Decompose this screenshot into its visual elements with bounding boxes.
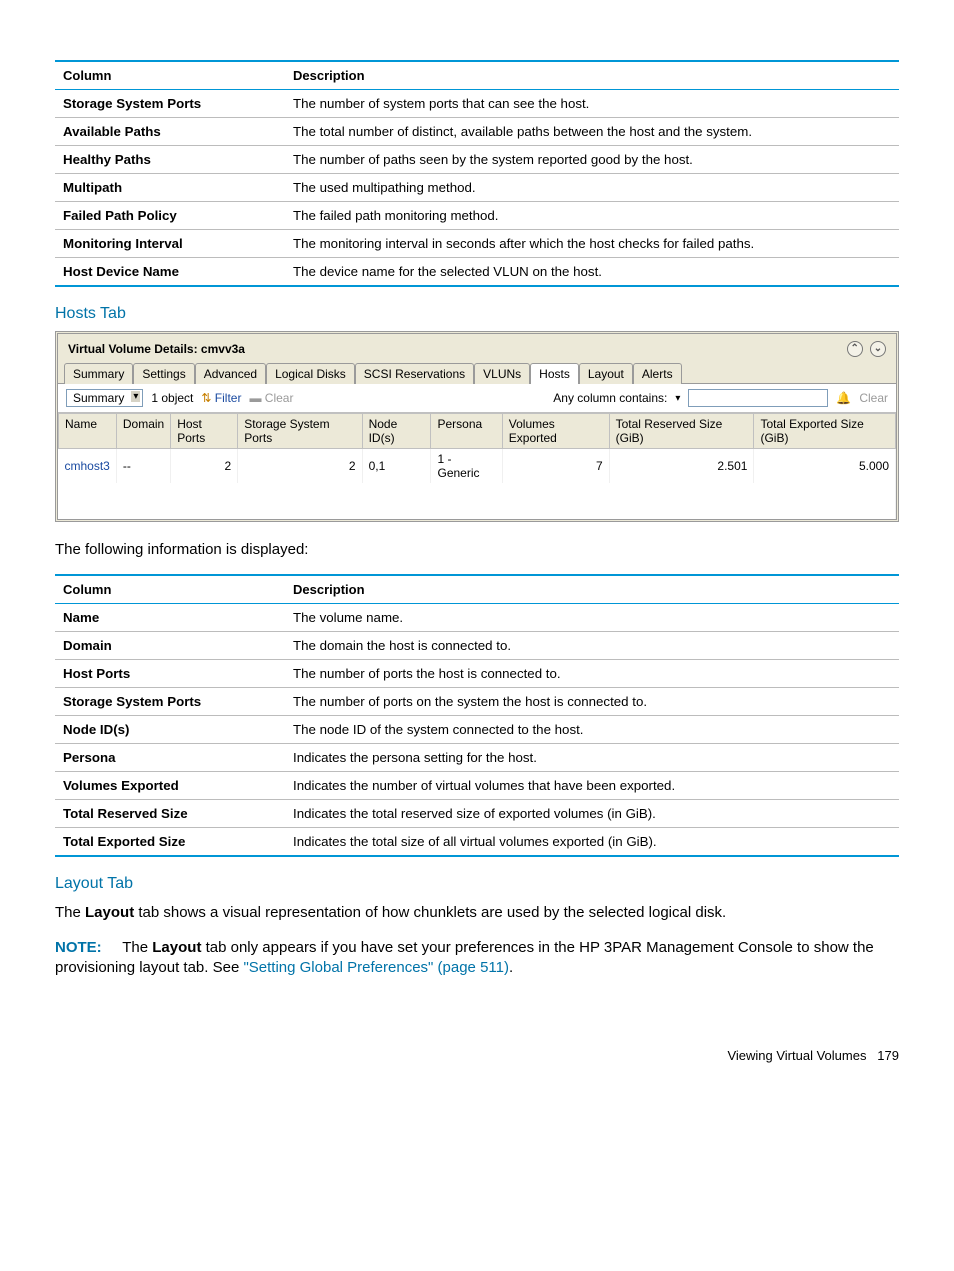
column-desc: The domain the host is connected to. bbox=[285, 632, 899, 660]
column-desc: The used multipathing method. bbox=[285, 174, 899, 202]
tab-advanced[interactable]: Advanced bbox=[195, 363, 266, 384]
grid-empty-area bbox=[59, 483, 896, 519]
column-desc: The node ID of the system connected to t… bbox=[285, 716, 899, 744]
grid-cell: 5.000 bbox=[754, 449, 896, 484]
grid-header[interactable]: Domain bbox=[116, 414, 170, 449]
screenshot-panel: Virtual Volume Details: cmvv3a ⌃ ⌄ Summa… bbox=[55, 331, 899, 522]
collapse-up-icon[interactable]: ⌃ bbox=[847, 341, 863, 357]
column-name: Volumes Exported bbox=[55, 772, 285, 800]
tab-layout[interactable]: Layout bbox=[579, 363, 633, 384]
grid-cell: 2 bbox=[238, 449, 362, 484]
column-name: Name bbox=[55, 604, 285, 632]
grid-header[interactable]: Persona bbox=[431, 414, 502, 449]
footer-section: Viewing Virtual Volumes bbox=[727, 1048, 866, 1063]
column-name: Monitoring Interval bbox=[55, 230, 285, 258]
column-name: Total Exported Size bbox=[55, 828, 285, 857]
th-description: Description bbox=[285, 575, 899, 604]
column-desc: The device name for the selected VLUN on… bbox=[285, 258, 899, 287]
column-desc: Indicates the total reserved size of exp… bbox=[285, 800, 899, 828]
info-line: The following information is displayed: bbox=[55, 540, 899, 560]
hosts-grid: NameDomainHost PortsStorage System Ports… bbox=[58, 413, 896, 519]
column-desc: The failed path monitoring method. bbox=[285, 202, 899, 230]
grid-cell: 2.501 bbox=[609, 449, 754, 484]
grid-cell: -- bbox=[116, 449, 170, 484]
clear-filter-link[interactable]: ▬ Clear bbox=[249, 391, 293, 405]
collapse-down-icon[interactable]: ⌄ bbox=[870, 341, 886, 357]
column-name: Available Paths bbox=[55, 118, 285, 146]
contains-label: Any column contains: bbox=[553, 391, 667, 405]
column-name: Failed Path Policy bbox=[55, 202, 285, 230]
column-desc: The number of paths seen by the system r… bbox=[285, 146, 899, 174]
grid-header[interactable]: Name bbox=[59, 414, 117, 449]
column-name: Total Reserved Size bbox=[55, 800, 285, 828]
tab-alerts[interactable]: Alerts bbox=[633, 363, 682, 384]
column-desc: The volume name. bbox=[285, 604, 899, 632]
tab-scsi-reservations[interactable]: SCSI Reservations bbox=[355, 363, 474, 384]
tab-settings[interactable]: Settings bbox=[133, 363, 194, 384]
column-name: Node ID(s) bbox=[55, 716, 285, 744]
tab-vluns[interactable]: VLUNs bbox=[474, 363, 530, 384]
grid-header[interactable]: Host Ports bbox=[171, 414, 238, 449]
column-name: Persona bbox=[55, 744, 285, 772]
column-desc: Indicates the persona setting for the ho… bbox=[285, 744, 899, 772]
table-row[interactable]: cmhost3--220,11 - Generic72.5015.000 bbox=[59, 449, 896, 484]
layout-paragraph: The Layout tab shows a visual representa… bbox=[55, 903, 899, 923]
column-desc: The monitoring interval in seconds after… bbox=[285, 230, 899, 258]
column-name: Healthy Paths bbox=[55, 146, 285, 174]
bell-icon[interactable]: 🔔 bbox=[836, 391, 851, 405]
note-label: NOTE: bbox=[55, 939, 102, 956]
grid-header[interactable]: Volumes Exported bbox=[502, 414, 609, 449]
tab-hosts[interactable]: Hosts bbox=[530, 363, 579, 384]
column-name: Host Ports bbox=[55, 660, 285, 688]
column-desc: The number of system ports that can see … bbox=[285, 90, 899, 118]
grid-cell: 7 bbox=[502, 449, 609, 484]
column-name: Domain bbox=[55, 632, 285, 660]
grid-cell: cmhost3 bbox=[59, 449, 117, 484]
th-column: Column bbox=[55, 61, 285, 90]
grid-header[interactable]: Total Reserved Size (GiB) bbox=[609, 414, 754, 449]
column-desc: The number of ports the host is connecte… bbox=[285, 660, 899, 688]
column-name: Storage System Ports bbox=[55, 90, 285, 118]
footer-page-number: 179 bbox=[877, 1048, 899, 1063]
th-column: Column bbox=[55, 575, 285, 604]
page-footer: Viewing Virtual Volumes 179 bbox=[55, 1048, 899, 1063]
column-name: Multipath bbox=[55, 174, 285, 202]
grid-cell: 0,1 bbox=[362, 449, 431, 484]
column-desc: Indicates the total size of all virtual … bbox=[285, 828, 899, 857]
tab-logical-disks[interactable]: Logical Disks bbox=[266, 363, 355, 384]
object-count: 1 object bbox=[151, 391, 193, 405]
toolbar: Summary 1 object ⇅ Filter ▬ Clear Any co… bbox=[58, 384, 896, 413]
column-desc: The total number of distinct, available … bbox=[285, 118, 899, 146]
column-desc: The number of ports on the system the ho… bbox=[285, 688, 899, 716]
grid-header[interactable]: Node ID(s) bbox=[362, 414, 431, 449]
clear-input-link[interactable]: Clear bbox=[859, 391, 888, 405]
panel-expand-icons: ⌃ ⌄ bbox=[843, 340, 886, 357]
table-column-descriptions-1: Column Description Storage System PortsT… bbox=[55, 60, 899, 287]
view-selector[interactable]: Summary bbox=[66, 389, 143, 407]
panel-title: Virtual Volume Details: cmvv3a bbox=[68, 342, 245, 356]
filter-input[interactable] bbox=[688, 389, 828, 407]
grid-cell: 2 bbox=[171, 449, 238, 484]
tab-strip: SummarySettingsAdvancedLogical DisksSCSI… bbox=[58, 363, 896, 384]
column-name: Host Device Name bbox=[55, 258, 285, 287]
th-description: Description bbox=[285, 61, 899, 90]
column-desc: Indicates the number of virtual volumes … bbox=[285, 772, 899, 800]
heading-layout-tab: Layout Tab bbox=[55, 875, 899, 893]
note-paragraph: NOTE: The Layout tab only appears if you… bbox=[55, 938, 899, 979]
filter-link[interactable]: ⇅ Filter bbox=[201, 391, 241, 405]
grid-header[interactable]: Storage System Ports bbox=[238, 414, 362, 449]
tab-summary[interactable]: Summary bbox=[64, 363, 133, 384]
column-name: Storage System Ports bbox=[55, 688, 285, 716]
page-content: Column Description Storage System PortsT… bbox=[0, 0, 954, 1103]
grid-header[interactable]: Total Exported Size (GiB) bbox=[754, 414, 896, 449]
grid-cell: 1 - Generic bbox=[431, 449, 502, 484]
preferences-link[interactable]: "Setting Global Preferences" (page 511) bbox=[243, 959, 509, 976]
heading-hosts-tab: Hosts Tab bbox=[55, 305, 899, 323]
table-column-descriptions-2: Column Description NameThe volume name.D… bbox=[55, 574, 899, 857]
view-selector-label: Summary bbox=[73, 391, 124, 405]
